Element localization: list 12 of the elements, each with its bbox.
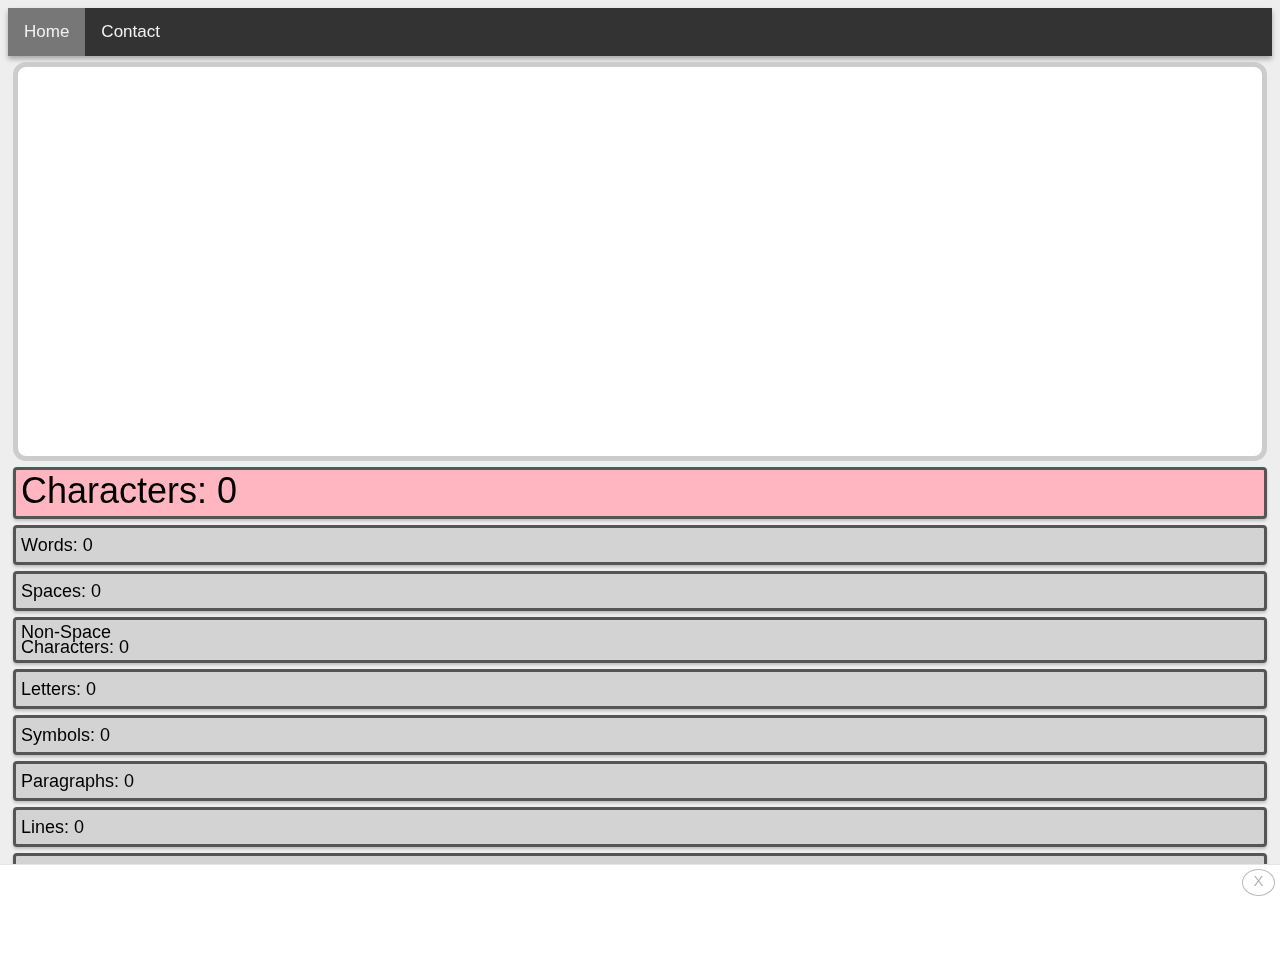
stat-label: Paragraphs: 0: [21, 773, 135, 789]
nav-link[interactable]: Home: [8, 8, 86, 56]
stat-label: Symbols: 0: [21, 727, 111, 743]
close-button[interactable]: X: [1242, 869, 1275, 896]
text-input-field[interactable]: [13, 62, 1267, 461]
stat-label: Letters: 0: [21, 681, 97, 697]
nav-link[interactable]: Contact: [85, 8, 176, 56]
stat-label: Characters: 0: [21, 471, 238, 511]
stat-label: Words: 0: [21, 537, 93, 553]
stat-label: Non-Space Characters: 0: [21, 625, 131, 655]
stat-label: Spaces: 0: [21, 583, 102, 599]
stat-label: Lines: 0: [21, 819, 85, 835]
